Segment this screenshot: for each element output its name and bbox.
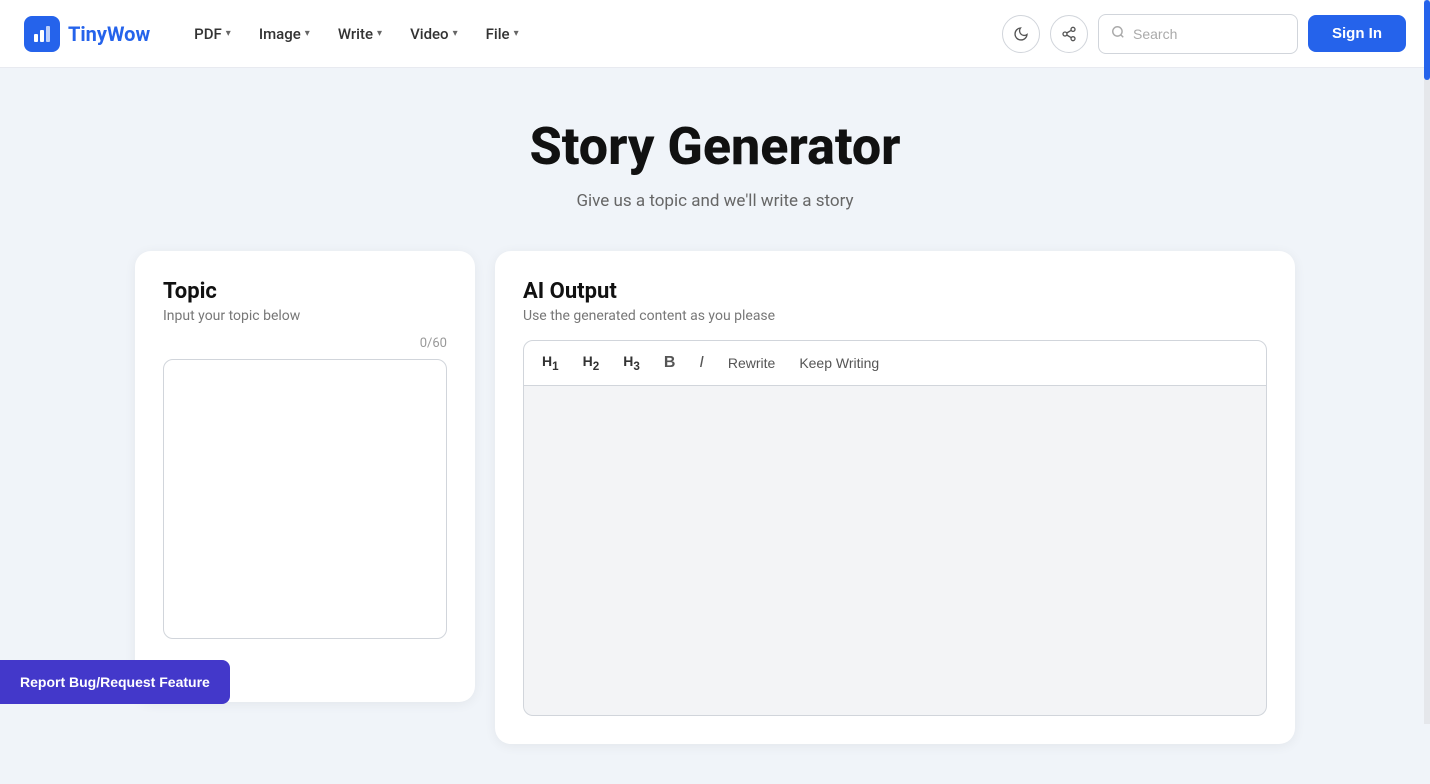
topic-textarea[interactable] — [163, 359, 447, 639]
logo-text: TinyWow — [68, 22, 150, 46]
nav-actions: Sign In — [1002, 14, 1406, 54]
search-icon — [1111, 25, 1125, 43]
logo-icon — [24, 16, 60, 52]
nav-item-video[interactable]: Video ▾ — [398, 17, 470, 51]
chevron-down-icon: ▾ — [226, 28, 231, 39]
keep-writing-button[interactable]: Keep Writing — [795, 353, 883, 373]
nav-item-file[interactable]: File ▾ — [474, 17, 531, 51]
logo-link[interactable]: TinyWow — [24, 16, 150, 52]
cards-row: Topic Input your topic below 0/60 Paragr… — [135, 251, 1295, 744]
main-content: Story Generator Give us a topic and we'l… — [115, 68, 1315, 784]
ai-card-subtitle: Use the generated content as you please — [523, 308, 1267, 324]
chevron-down-icon: ▾ — [514, 28, 519, 39]
search-input[interactable] — [1133, 26, 1285, 42]
chevron-down-icon: ▾ — [305, 28, 310, 39]
bold-button[interactable]: B — [660, 352, 680, 374]
h1-button[interactable]: H1 — [538, 351, 563, 375]
chevron-down-icon: ▾ — [377, 28, 382, 39]
topic-card-subtitle: Input your topic below — [163, 308, 447, 324]
chevron-down-icon: ▾ — [453, 28, 458, 39]
editor-toolbar: H1 H2 H3 B I Rewrite Keep Writing — [523, 340, 1267, 386]
ai-card-title: AI Output — [523, 279, 1267, 304]
ai-output-card: AI Output Use the generated content as y… — [495, 251, 1295, 744]
sign-in-button[interactable]: Sign In — [1308, 15, 1406, 52]
report-bug-button[interactable]: Report Bug/Request Feature — [0, 660, 230, 704]
nav-item-write[interactable]: Write ▾ — [326, 17, 394, 51]
scrollbar-track — [1424, 0, 1430, 724]
dark-mode-toggle[interactable] — [1002, 15, 1040, 53]
output-area[interactable] — [523, 386, 1267, 716]
search-box[interactable] — [1098, 14, 1298, 54]
nav-item-image[interactable]: Image ▾ — [247, 17, 322, 51]
page-title: Story Generator — [135, 116, 1295, 177]
nav-item-pdf[interactable]: PDF ▾ — [182, 17, 243, 51]
italic-button[interactable]: I — [695, 352, 707, 374]
scrollbar-thumb[interactable] — [1424, 0, 1430, 80]
h2-button[interactable]: H2 — [579, 351, 604, 375]
topic-card-title: Topic — [163, 279, 447, 304]
char-count: 0/60 — [163, 336, 447, 351]
page-subtitle: Give us a topic and we'll write a story — [135, 191, 1295, 211]
topic-card: Topic Input your topic below 0/60 Paragr… — [135, 251, 475, 702]
share-button[interactable] — [1050, 15, 1088, 53]
navbar: TinyWow PDF ▾ Image ▾ Write ▾ Video ▾ Fi… — [0, 0, 1430, 68]
h3-button[interactable]: H3 — [619, 351, 644, 375]
rewrite-button[interactable]: Rewrite — [724, 353, 779, 373]
nav-menu: PDF ▾ Image ▾ Write ▾ Video ▾ File ▾ — [182, 17, 1002, 51]
